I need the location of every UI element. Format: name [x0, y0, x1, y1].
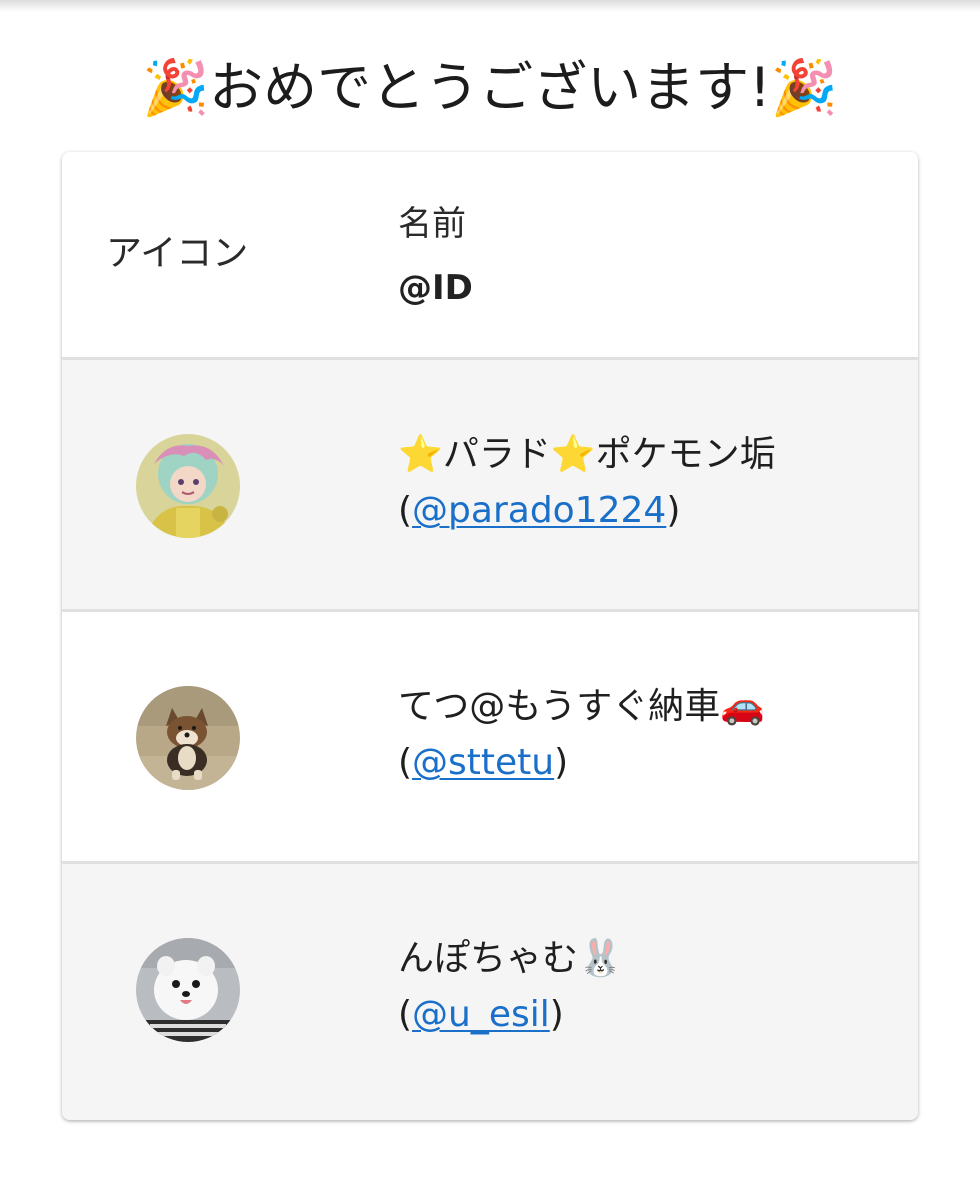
header-name-column: 名前	[398, 204, 466, 244]
id-open-paren: (	[398, 994, 413, 1035]
user-id-line: (@parado1224)	[398, 488, 680, 534]
shiba-dog-avatar	[136, 686, 240, 790]
user-id-link[interactable]: @u_esil	[412, 994, 550, 1035]
table-row: んぽちゃむ🐰 (@u_esil)	[62, 864, 918, 1120]
user-display-name: んぽちゃむ🐰	[398, 938, 623, 979]
user-display-name: ⭐パラド⭐ポケモン垢	[398, 434, 776, 475]
user-id-line: (@u_esil)	[398, 992, 564, 1038]
user-id-link[interactable]: @sttetu	[412, 742, 554, 783]
id-close-paren: )	[554, 742, 569, 783]
user-id-link[interactable]: @parado1224	[412, 490, 666, 531]
header-icon-column: アイコン	[106, 233, 249, 274]
top-edge-shadow	[0, 0, 980, 12]
page-title: 🎉おめでとうございます!🎉	[141, 56, 839, 119]
id-close-paren: )	[666, 490, 681, 531]
id-open-paren: (	[398, 490, 413, 531]
table-row: てつ@もうすぐ納車🚗 (@sttetu)	[62, 612, 918, 864]
user-display-name: てつ@もうすぐ納車🚗	[398, 686, 766, 727]
id-close-paren: )	[549, 994, 564, 1035]
table-header: アイコン 名前 @ID	[62, 152, 918, 360]
table-row: ⭐パラド⭐ポケモン垢 (@parado1224)	[62, 360, 918, 612]
anime-character-avatar	[136, 434, 240, 538]
winners-table: アイコン 名前 @ID ⭐パラド⭐ポケモン垢 (@parado1224) てつ@…	[62, 152, 918, 1120]
user-id-line: (@sttetu)	[398, 740, 568, 786]
id-open-paren: (	[398, 742, 413, 783]
white-pomeranian-avatar	[136, 938, 240, 1042]
header-id-column: @ID	[398, 268, 473, 308]
